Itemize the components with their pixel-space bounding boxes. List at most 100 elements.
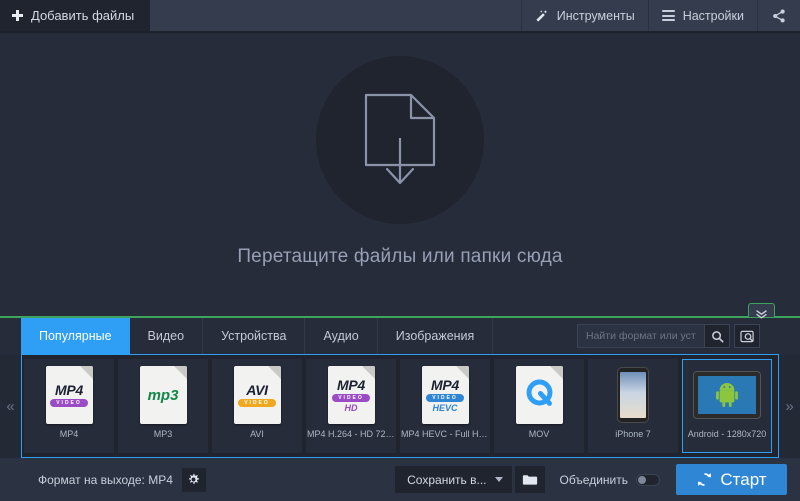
output-format-label: Формат на выходе: MP4 [38,473,173,487]
hamburger-menu-icon [662,10,675,21]
format-sheet-badge: VIDEO [50,399,88,407]
carousel-next-button[interactable]: » [779,354,800,458]
mp3-logo-icon: mp3 [148,387,179,404]
search-area [577,324,760,348]
format-sheet-badge: VIDEO [332,394,370,402]
browse-folder-button[interactable] [515,466,545,493]
format-thumb: mp3 [125,366,201,424]
android-robot-icon [715,382,739,408]
tab-devices[interactable]: Устройства [203,318,305,354]
convert-refresh-icon [696,471,713,488]
format-card-mp4[interactable]: MP4 VIDEO MP4 [24,359,114,453]
carousel-prev-button[interactable]: « [0,354,21,458]
collapse-panel-button[interactable] [748,303,775,317]
drop-circle [316,56,484,224]
format-tabs: Популярные Видео Устройства Аудио Изобра… [0,318,800,354]
save-to-dropdown[interactable]: Сохранить в... [395,466,512,493]
search-button[interactable] [704,324,730,348]
tab-popular[interactable]: Популярные [21,318,130,354]
settings-label: Настройки [683,9,744,23]
document-download-icon [363,92,437,188]
merge-label: Объединить [559,473,628,487]
share-icon [772,9,786,23]
tabs-leading-gap [0,318,21,354]
settings-button[interactable]: Настройки [648,0,757,31]
format-sheet-title: MP4 [337,378,365,392]
file-sheet-icon: AVI VIDEO [234,366,281,424]
format-thumb [689,366,765,424]
merge-toggle[interactable] [636,474,660,486]
carousel-prev-label: « [6,398,14,415]
tab-audio[interactable]: Аудио [305,318,377,354]
format-card-caption: MOV [495,429,583,439]
format-carousel: « MP4 VIDEO MP4 mp3 [0,354,800,458]
chevron-double-down-icon [756,306,767,315]
add-files-button[interactable]: Добавить файлы [0,0,150,31]
start-button[interactable]: Старт [676,464,787,495]
format-thumb: MP4 VIDEO [31,366,107,424]
format-sheet-subtitle: HD [345,404,358,413]
tools-button[interactable]: Инструменты [521,0,648,31]
format-card-caption: Android - 1280x720 [683,429,771,439]
format-card-caption: MP4 H.264 - HD 720p [307,429,395,439]
file-sheet-icon: MP4 VIDEO HEVC [422,366,469,424]
android-tablet-icon [693,371,761,419]
format-card-caption: MP4 HEVC - Full HD 1... [401,429,489,439]
top-toolbar: Добавить файлы Инструменты Настройки [0,0,800,31]
device-search-icon [740,330,755,343]
format-card-caption: iPhone 7 [589,429,677,439]
gear-icon [187,473,200,486]
file-sheet-icon: mp3 [140,366,187,424]
format-card-caption: MP3 [119,429,207,439]
format-card-mp4-hevc-fullhd[interactable]: MP4 VIDEO HEVC MP4 HEVC - Full HD 1... [400,359,490,453]
iphone-icon [617,367,649,423]
format-thumb [501,366,577,424]
format-thumb: MP4 VIDEO HEVC [407,366,483,424]
format-card-list: MP4 VIDEO MP4 mp3 MP3 [21,354,779,458]
quicktime-q-icon [524,377,555,413]
format-sheet-badge: VIDEO [238,399,276,407]
format-sheet-title: MP4 [431,378,459,392]
search-icon [711,330,724,343]
drop-zone-label: Перетащите файлы или папки сюда [237,246,562,268]
start-label: Старт [720,470,766,490]
toolbar-spacer [150,0,521,31]
merge-group: Объединить [559,473,660,487]
app-window: Добавить файлы Инструменты Настройки [0,0,800,501]
format-sheet-title: AVI [246,383,267,397]
file-sheet-icon [516,366,563,424]
format-card-iphone-7[interactable]: iPhone 7 [588,359,678,453]
format-sheet-badge: VIDEO [426,394,464,402]
search-input[interactable] [577,324,704,348]
bottom-bar: Формат на выходе: MP4 Сохранить в... Объ… [0,458,800,501]
format-card-caption: MP4 [25,429,113,439]
format-sheet-title: MP4 [55,383,83,397]
output-format-group: Формат на выходе: MP4 [38,468,206,492]
format-card-mp3[interactable]: mp3 MP3 [118,359,208,453]
output-settings-button[interactable] [182,468,206,492]
format-card-caption: AVI [213,429,301,439]
plus-icon [12,10,23,21]
format-card-mov[interactable]: MOV [494,359,584,453]
save-to-label: Сохранить в... [407,473,486,487]
format-card-mp4-h264-hd720p[interactable]: MP4 VIDEO HD MP4 H.264 - HD 720p [306,359,396,453]
chevron-down-icon [495,477,503,482]
drop-zone[interactable]: Перетащите файлы или папки сюда [0,33,800,305]
format-thumb: AVI VIDEO [219,366,295,424]
format-card-avi[interactable]: AVI VIDEO AVI [212,359,302,453]
tools-label: Инструменты [557,9,635,23]
formats-panel: Популярные Видео Устройства Аудио Изобра… [0,316,800,456]
device-search-button[interactable] [734,324,760,348]
format-thumb: MP4 VIDEO HD [313,366,389,424]
folder-icon [522,473,538,486]
share-button[interactable] [757,0,800,31]
tab-video[interactable]: Видео [130,318,204,354]
file-sheet-icon: MP4 VIDEO HD [328,366,375,424]
file-sheet-icon: MP4 VIDEO [46,366,93,424]
format-sheet-subtitle: HEVC [432,404,457,413]
format-thumb [595,366,671,424]
tab-images[interactable]: Изображения [378,318,494,354]
magic-wand-icon [535,9,549,23]
carousel-next-label: » [785,398,793,415]
format-card-android-1280x720[interactable]: Android - 1280x720 [682,359,772,453]
